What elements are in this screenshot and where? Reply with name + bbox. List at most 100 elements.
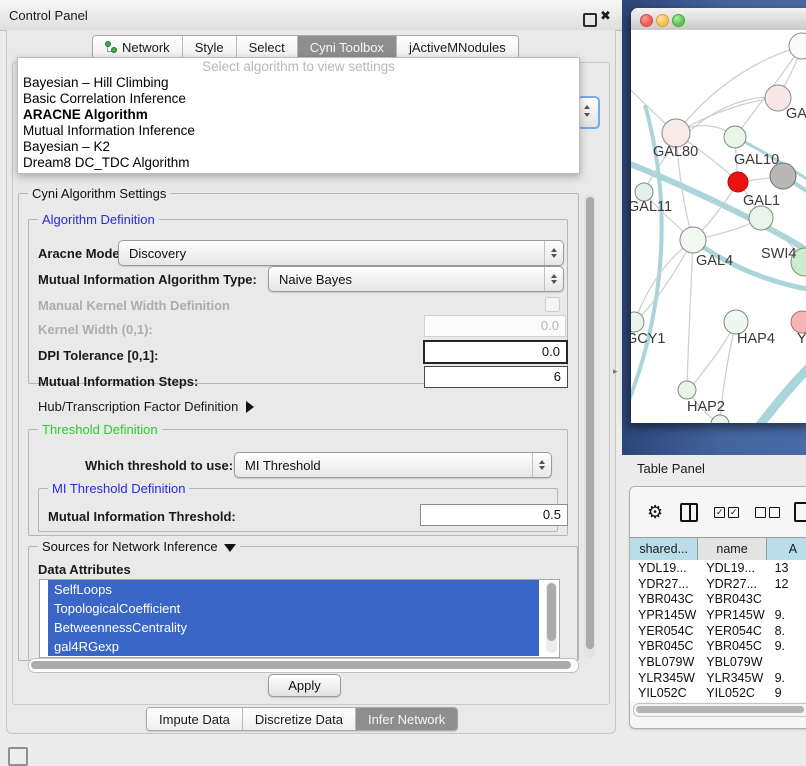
table-toolbar: ⚙ ✓✓ bbox=[630, 487, 806, 537]
table-row[interactable]: YBR045CYBR045C9. bbox=[630, 638, 806, 654]
table-cell: 8. bbox=[767, 624, 806, 638]
manual-kernel-width-checkbox[interactable] bbox=[545, 297, 560, 312]
table-row[interactable]: YLR345WYLR345W9. bbox=[630, 670, 806, 686]
network-graph: GALGAL80GAL10GAL1GAL11GAL4SWI4GCY1HAP4YH… bbox=[631, 30, 806, 423]
table-cell: YBR043C bbox=[630, 592, 698, 606]
table-rows: YDL19...YDL19...13YDR27...YDR27...12YBR0… bbox=[630, 560, 806, 702]
table-row[interactable]: YPR145WYPR145W9. bbox=[630, 607, 806, 623]
network-icon bbox=[105, 41, 117, 53]
network-node[interactable] bbox=[728, 172, 748, 192]
table-horizontal-scrollbar[interactable] bbox=[633, 703, 806, 717]
which-threshold-select[interactable]: MI Threshold bbox=[234, 452, 552, 478]
attribute-item[interactable]: gal4RGexp bbox=[48, 637, 539, 656]
table-cell: YBL079W bbox=[698, 655, 766, 669]
network-node[interactable] bbox=[680, 227, 706, 253]
mi-algorithm-type-select[interactable]: Naive Bayes bbox=[268, 266, 564, 292]
manual-kernel-width-label: Manual Kernel Width Definition bbox=[38, 298, 230, 313]
table-cell: YPR145W bbox=[630, 608, 698, 622]
settings-vertical-scrollbar-thumb[interactable] bbox=[586, 197, 594, 649]
table-cell: 9. bbox=[767, 671, 806, 685]
table-row[interactable]: YIL052CYIL052C9 bbox=[630, 686, 806, 702]
tab-impute-data[interactable]: Impute Data bbox=[147, 708, 243, 730]
attributes-scrollbar[interactable] bbox=[546, 582, 557, 653]
float-panel-icon[interactable] bbox=[583, 13, 597, 27]
splitter-handle-icon[interactable]: ▸ bbox=[613, 366, 618, 377]
collapsed-panel-button[interactable] bbox=[8, 747, 28, 766]
algorithm-option[interactable]: Bayesian – Hill Climbing bbox=[18, 75, 579, 91]
table-cell: YPR145W bbox=[698, 608, 766, 622]
table-cell: YER054C bbox=[630, 624, 698, 638]
tab-cyni-toolbox[interactable]: Cyni Toolbox bbox=[298, 36, 397, 58]
tab-jactivemnodules[interactable]: jActiveMNodules bbox=[397, 36, 518, 58]
tab-discretize-data[interactable]: Discretize Data bbox=[243, 708, 356, 730]
data-attributes-label: Data Attributes bbox=[38, 562, 131, 577]
hub-definition-toggle[interactable]: Hub/Transcription Factor Definition bbox=[38, 399, 254, 414]
aracne-mode-select[interactable]: Discovery bbox=[118, 240, 564, 266]
sources-toggle[interactable]: Sources for Network Inference bbox=[38, 539, 240, 554]
columns-icon[interactable] bbox=[680, 503, 698, 522]
network-node[interactable] bbox=[789, 33, 806, 59]
algorithm-option[interactable]: Basic Correlation Inference bbox=[18, 91, 579, 107]
network-node[interactable] bbox=[724, 126, 746, 148]
network-node[interactable] bbox=[749, 206, 773, 230]
mi-threshold-input[interactable]: 0.5 bbox=[420, 504, 568, 526]
algorithm-option[interactable]: ARACNE Algorithm bbox=[18, 107, 579, 123]
mi-steps-label: Mutual Information Steps: bbox=[38, 374, 198, 389]
tab-select[interactable]: Select bbox=[237, 36, 298, 58]
combo-stepper-remnant[interactable] bbox=[577, 96, 600, 129]
attributes-scrollbar-thumb[interactable] bbox=[547, 583, 556, 641]
kernel-width-input[interactable]: 0.0 bbox=[424, 315, 566, 337]
attribute-item[interactable]: SelfLoops bbox=[48, 580, 539, 599]
algorithm-definition-title: Algorithm Definition bbox=[38, 212, 159, 227]
zoom-window-icon[interactable] bbox=[672, 14, 685, 27]
minimize-window-icon[interactable] bbox=[656, 14, 669, 27]
network-canvas[interactable]: GALGAL80GAL10GAL1GAL11GAL4SWI4GCY1HAP4YH… bbox=[631, 30, 806, 423]
new-table-icon[interactable] bbox=[794, 502, 806, 522]
algorithm-option[interactable]: Mutual Information Inference bbox=[18, 123, 579, 139]
network-node[interactable] bbox=[662, 119, 690, 147]
kernel-width-label: Kernel Width (0,1): bbox=[38, 322, 153, 337]
network-node[interactable] bbox=[711, 415, 729, 423]
close-window-icon[interactable] bbox=[640, 14, 653, 27]
table-row[interactable]: YDR27...YDR27...12 bbox=[630, 576, 806, 592]
column-header-2[interactable]: name bbox=[698, 538, 766, 560]
network-window-titlebar[interactable] bbox=[631, 8, 806, 31]
column-header-3[interactable]: A bbox=[767, 538, 806, 560]
network-edge bbox=[756, 352, 806, 423]
spinner-icon bbox=[544, 267, 563, 291]
mi-steps-input[interactable]: 6 bbox=[424, 366, 568, 388]
table-row[interactable]: YER054CYER054C8. bbox=[630, 623, 806, 639]
settings-horizontal-scrollbar-thumb[interactable] bbox=[31, 661, 571, 669]
table-horizontal-scrollbar-thumb[interactable] bbox=[636, 706, 804, 713]
tab-network[interactable]: Network bbox=[93, 36, 183, 58]
network-node[interactable] bbox=[791, 311, 806, 333]
network-node[interactable] bbox=[678, 381, 696, 399]
deselect-all-columns-icon[interactable] bbox=[755, 507, 780, 518]
tab-infer-network[interactable]: Infer Network bbox=[356, 708, 457, 730]
spinner-icon bbox=[544, 241, 563, 265]
table-row[interactable]: YDL19...YDL19...13 bbox=[630, 560, 806, 576]
data-attributes-list[interactable]: SelfLoopsTopologicalCoefficientBetweenne… bbox=[39, 579, 560, 658]
apply-button[interactable]: Apply bbox=[268, 674, 341, 697]
close-panel-icon[interactable]: ✖ bbox=[600, 8, 611, 24]
column-header-1[interactable]: shared... bbox=[630, 538, 698, 560]
table-cell: YDL19... bbox=[630, 561, 698, 575]
table-panel: ⚙ ✓✓ shared...nameA YDL19...YDL19...13YD… bbox=[629, 486, 806, 729]
control-panel-title: Control Panel bbox=[9, 8, 88, 23]
table-row[interactable]: YBL079WYBL079W bbox=[630, 654, 806, 670]
collapsed-arrow-icon bbox=[246, 401, 254, 413]
attribute-item[interactable]: TopologicalCoefficient bbox=[48, 599, 539, 618]
algorithm-dropdown-prompt: Select algorithm to view settings bbox=[18, 58, 579, 75]
spinner-down-icon bbox=[584, 113, 590, 117]
table-cell: YLR345W bbox=[698, 671, 766, 685]
table-cell: YIL052C bbox=[698, 686, 766, 700]
algorithm-option[interactable]: Bayesian – K2 bbox=[18, 139, 579, 155]
table-row[interactable]: YBR043CYBR043C bbox=[630, 591, 806, 607]
dpi-tolerance-input[interactable]: 0.0 bbox=[423, 340, 568, 364]
select-all-columns-icon[interactable]: ✓✓ bbox=[714, 507, 739, 518]
tab-style[interactable]: Style bbox=[183, 36, 237, 58]
algorithm-option[interactable]: Dream8 DC_TDC Algorithm bbox=[18, 155, 579, 171]
node-label-hap2: HAP2 bbox=[687, 399, 725, 415]
gear-icon[interactable]: ⚙ bbox=[647, 503, 663, 521]
attribute-item[interactable]: BetweennessCentrality bbox=[48, 618, 539, 637]
